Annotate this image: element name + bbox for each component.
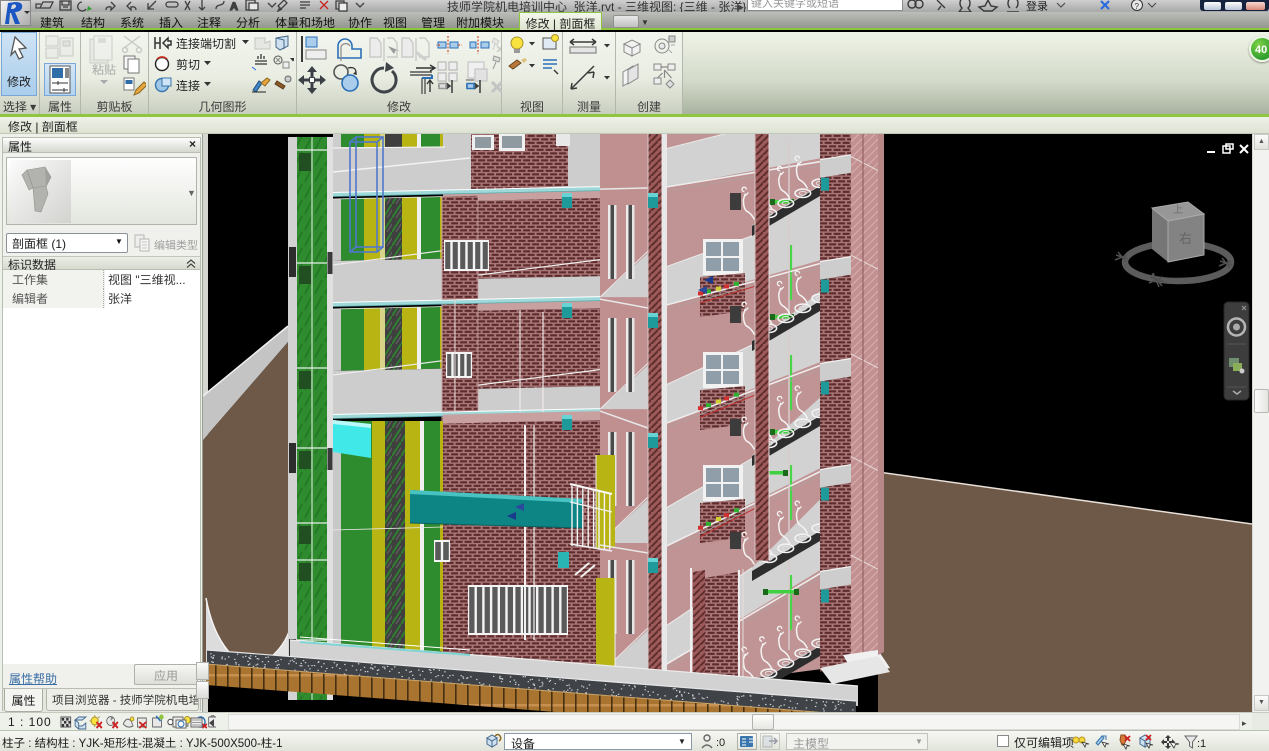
svg-text::0: :0 [716,737,725,749]
svg-text:?: ? [1135,2,1140,11]
svg-text:上: 上 [1173,201,1183,216]
svg-text::1: :1 [1197,738,1206,750]
svg-text:登录: 登录 [1026,0,1048,12]
svg-text:连接: 连接 [176,77,200,94]
svg-text:右: 右 [1179,228,1192,247]
svg-text:剪切: 剪切 [176,56,200,73]
svg-text:A: A [230,1,238,12]
svg-text:粘贴: 粘贴 [92,61,116,78]
svg-text:连接端切割: 连接端切割 [176,35,236,52]
